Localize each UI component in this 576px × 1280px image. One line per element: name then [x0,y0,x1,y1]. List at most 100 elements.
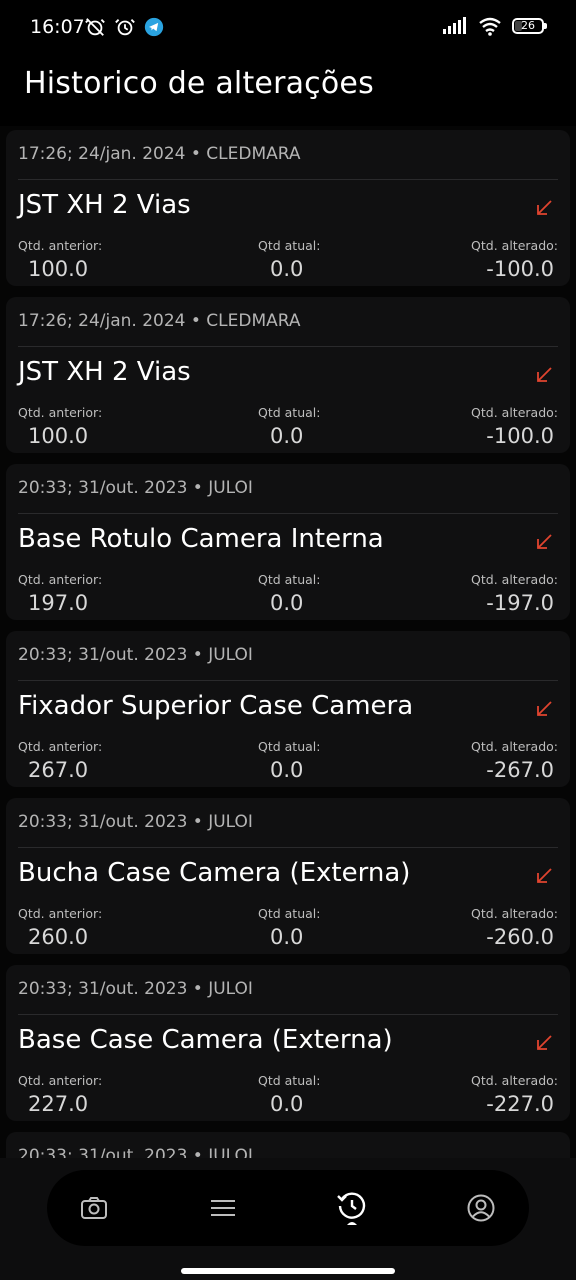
item-name: Base Rotulo Camera Interna [18,524,384,554]
arrow-down-left-icon [537,534,552,549]
nav-profile[interactable] [461,1188,501,1228]
wifi-icon [479,17,501,36]
arrow-down-left-icon [537,200,552,215]
arrow-down-left-icon [537,367,552,382]
current-qty-value: 0.0 [270,758,304,782]
previous-qty: Qtd. anterior: 100.0 [18,238,102,281]
previous-qty-label: Qtd. anterior: [18,906,103,921]
previous-qty-value: 260.0 [28,925,89,949]
changed-qty: Qtd. alterado: -267.0 [471,739,558,782]
entry-timestamp-user: 20:33; 31/out. 2023 • JULOI [18,478,253,498]
changed-qty: Qtd. alterado: -260.0 [471,906,558,949]
history-card[interactable]: 20:33; 31/out. 2023 • JULOI Base Case Ca… [6,965,570,1121]
previous-qty-value: 227.0 [28,1092,89,1116]
changed-qty: Qtd. alterado: -100.0 [471,238,558,281]
current-qty: Qtd atual: 0.0 [258,405,320,448]
status-system-icons: 26 [442,16,547,36]
arrow-down-left-icon [537,868,552,883]
battery-icon: 26 [512,18,547,34]
previous-qty-value: 267.0 [28,758,89,782]
changed-qty-value: -197.0 [486,591,554,615]
divider [18,1014,558,1015]
history-list[interactable]: 17:26; 24/jan. 2024 • CLEDMARA JST XH 2 … [0,126,576,1158]
current-qty-value: 0.0 [270,1092,304,1116]
previous-qty: Qtd. anterior: 260.0 [18,906,102,949]
history-card[interactable]: 20:33; 31/out. 2023 • JULOI Base Rotulo … [6,464,570,620]
status-notification-icons [84,16,164,38]
profile-icon [467,1194,495,1222]
current-qty-value: 0.0 [270,925,304,949]
history-card[interactable]: 17:26; 24/jan. 2024 • CLEDMARA JST XH 2 … [6,130,570,286]
divider [18,179,558,180]
alarm-icon [115,19,135,36]
changed-qty-value: -260.0 [486,925,554,949]
app-header: Historico de alterações [0,56,576,126]
current-qty-label: Qtd atual: [258,1073,321,1088]
divider [18,513,558,514]
changed-qty-label: Qtd. alterado: [471,238,558,253]
changed-qty-label: Qtd. alterado: [471,906,558,921]
previous-qty: Qtd. anterior: 227.0 [18,1073,102,1116]
divider [18,847,558,848]
history-card[interactable]: 17:26; 24/jan. 2024 • CLEDMARA JST XH 2 … [6,297,570,453]
arrow-down-left-icon [537,701,552,716]
nav-camera[interactable] [74,1188,114,1228]
previous-qty-label: Qtd. anterior: [18,1073,103,1088]
home-indicator[interactable] [181,1268,395,1274]
nav-history[interactable] [332,1188,372,1228]
history-card[interactable]: 20:33; 31/out. 2023 • JULOI Bucha Case C… [6,798,570,954]
previous-qty: Qtd. anterior: 100.0 [18,405,102,448]
entry-timestamp-user: 20:33; 31/out. 2023 • JULOI [18,1146,253,1158]
previous-qty-label: Qtd. anterior: [18,238,103,253]
changed-qty-value: -227.0 [486,1092,554,1116]
changed-qty: Qtd. alterado: -197.0 [471,572,558,615]
changed-qty: Qtd. alterado: -227.0 [471,1073,558,1116]
page-title: Historico de alterações [24,66,374,101]
menu-icon [211,1200,235,1216]
status-time: 16:07 [30,16,85,38]
previous-qty-value: 197.0 [28,591,89,615]
previous-qty: Qtd. anterior: 267.0 [18,739,102,782]
changed-qty-label: Qtd. alterado: [471,405,558,420]
current-qty-value: 0.0 [270,424,304,448]
previous-qty-label: Qtd. anterior: [18,739,103,754]
history-card[interactable]: 20:33; 31/out. 2023 • JULOI Fixador Supe… [6,631,570,787]
previous-qty: Qtd. anterior: 197.0 [18,572,102,615]
current-qty: Qtd atual: 0.0 [258,1073,320,1116]
previous-qty-label: Qtd. anterior: [18,572,103,587]
current-qty-label: Qtd atual: [258,739,321,754]
previous-qty-value: 100.0 [28,257,89,281]
changed-qty-label: Qtd. alterado: [471,739,558,754]
changed-qty-label: Qtd. alterado: [471,572,558,587]
entry-timestamp-user: 20:33; 31/out. 2023 • JULOI [18,812,253,832]
divider [18,346,558,347]
telegram-icon [144,17,164,37]
current-qty-value: 0.0 [270,591,304,615]
current-qty-label: Qtd atual: [258,405,321,420]
current-qty: Qtd atual: 0.0 [258,906,320,949]
entry-timestamp-user: 17:26; 24/jan. 2024 • CLEDMARA [18,311,301,331]
entry-timestamp-user: 20:33; 31/out. 2023 • JULOI [18,645,253,665]
status-bar: 16:07 26 [0,0,576,56]
camera-icon [81,1197,107,1219]
changed-qty-value: -100.0 [486,257,554,281]
changed-qty: Qtd. alterado: -100.0 [471,405,558,448]
alarm-off-icon [85,18,105,36]
battery-level: 26 [521,19,535,32]
nav-menu[interactable] [203,1188,243,1228]
changed-qty-value: -100.0 [486,424,554,448]
previous-qty-value: 100.0 [28,424,89,448]
arrow-down-left-icon [537,1035,552,1050]
current-qty-value: 0.0 [270,257,304,281]
entry-timestamp-user: 20:33; 31/out. 2023 • JULOI [18,979,253,999]
changed-qty-value: -267.0 [486,758,554,782]
history-card[interactable]: 20:33; 31/out. 2023 • JULOI [6,1132,570,1158]
current-qty: Qtd atual: 0.0 [258,739,320,782]
entry-timestamp-user: 17:26; 24/jan. 2024 • CLEDMARA [18,144,301,164]
current-qty-label: Qtd atual: [258,906,321,921]
current-qty: Qtd atual: 0.0 [258,238,320,281]
divider [18,680,558,681]
item-name: Bucha Case Camera (Externa) [18,858,411,888]
bottom-nav [47,1170,529,1246]
current-qty: Qtd atual: 0.0 [258,572,320,615]
